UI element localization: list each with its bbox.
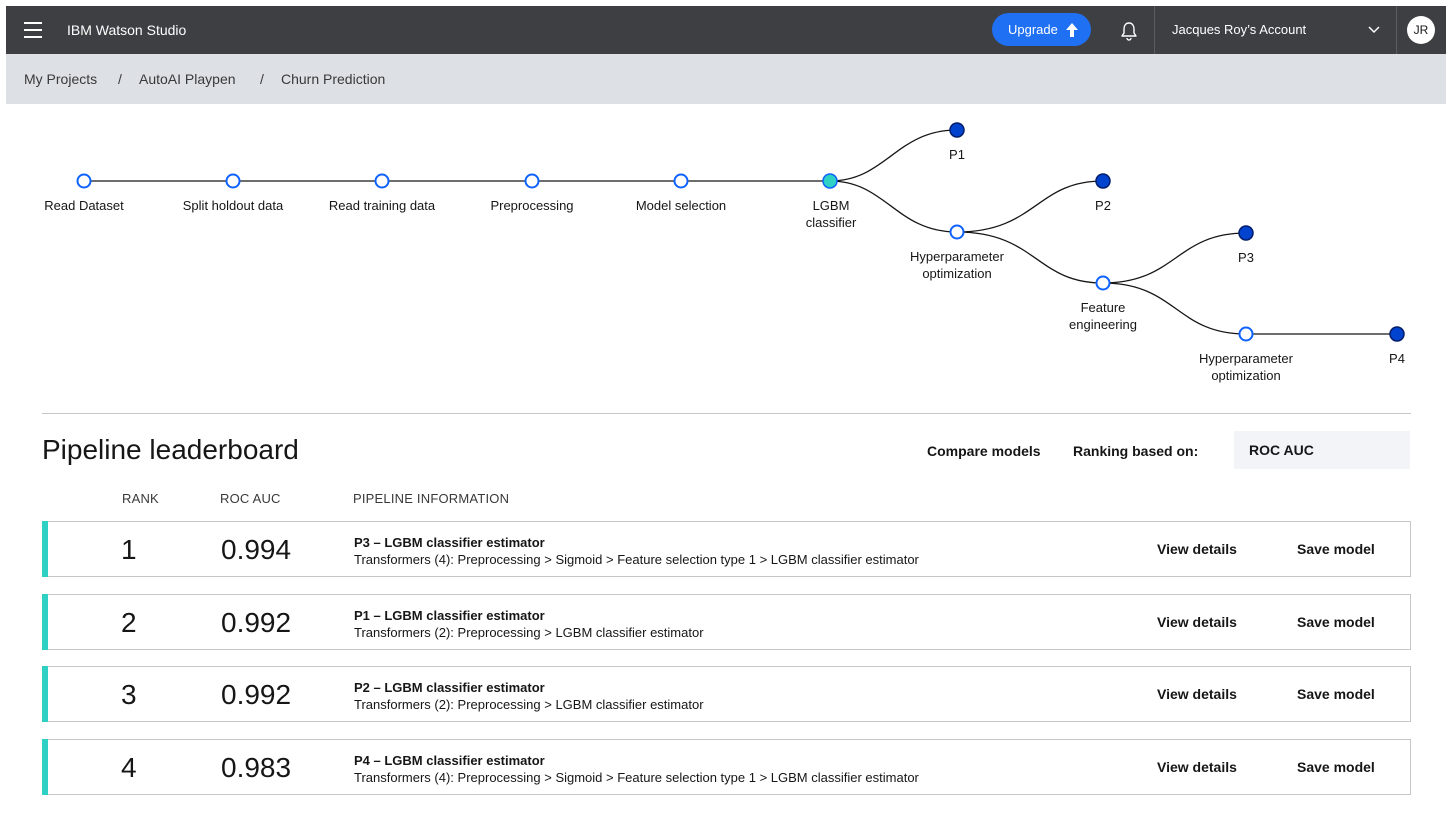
row-accent [42, 739, 48, 795]
node-label: Read training data [329, 198, 436, 213]
node-label: Read Dataset [44, 198, 124, 213]
breadcrumb-separator: / [260, 71, 264, 87]
view-details-button[interactable]: View details [1157, 759, 1237, 775]
account-switcher[interactable]: Jacques Roy’s Account [1172, 6, 1306, 54]
leaderboard-row[interactable]: 3 0.992 P2 – LGBM classifier estimator T… [42, 666, 1411, 722]
node-lgbm-classifier[interactable] [822, 173, 838, 189]
upgrade-button[interactable]: Upgrade [992, 13, 1091, 46]
leaderboard-row[interactable]: 2 0.992 P1 – LGBM classifier estimator T… [42, 594, 1411, 650]
chevron-down-icon[interactable] [1368, 26, 1380, 34]
row-score: 0.992 [221, 679, 292, 710]
row-score: 0.994 [221, 534, 292, 565]
node-label: Split holdout data [183, 198, 284, 213]
breadcrumb-item-autoai-playpen[interactable]: AutoAI Playpen [139, 71, 236, 87]
save-model-button[interactable]: Save model [1297, 614, 1375, 630]
row-pipeline-description: Transformers (2): Preprocessing > LGBM c… [354, 697, 704, 712]
row-rank: 1 [121, 534, 137, 565]
node-label: P4 [1389, 351, 1405, 366]
node-label: Hyperparameter [910, 249, 1005, 264]
node-label: Model selection [636, 198, 726, 213]
row-pipeline-description: Transformers (4): Preprocessing > Sigmoi… [354, 552, 919, 567]
header-divider [1154, 6, 1155, 54]
node-pipeline-p1[interactable] [949, 122, 965, 138]
row-rank: 3 [121, 679, 137, 710]
compare-models-button[interactable]: Compare models [927, 443, 1041, 459]
save-model-button[interactable]: Save model [1297, 759, 1375, 775]
node-feature-engineering[interactable] [1095, 275, 1111, 291]
header-divider [1396, 6, 1397, 54]
avatar[interactable]: JR [1407, 16, 1435, 44]
node-label: Preprocessing [490, 198, 573, 213]
node-label: optimization [1211, 368, 1280, 383]
row-accent [42, 521, 48, 577]
node-hpo-2[interactable] [1238, 326, 1254, 342]
row-accent [42, 666, 48, 722]
view-details-button[interactable]: View details [1157, 541, 1237, 557]
arrow-up-icon [1066, 23, 1078, 37]
node-label: Hyperparameter [1199, 351, 1294, 366]
save-model-button[interactable]: Save model [1297, 541, 1375, 557]
node-label: P2 [1095, 198, 1111, 213]
hamburger-menu-icon[interactable] [24, 22, 42, 38]
app-frame: IBM Watson Studio Upgrade Jacques Roy’s … [6, 6, 1446, 825]
node-label: engineering [1069, 317, 1137, 332]
column-header-pipeline-info: PIPELINE INFORMATION [353, 491, 510, 506]
pipeline-diagram: Read Dataset Split holdout data Read tra… [44, 122, 1405, 383]
row-rank: 4 [121, 752, 137, 783]
node-pipeline-p2[interactable] [1095, 173, 1111, 189]
leaderboard-title: Pipeline leaderboard [42, 434, 299, 465]
breadcrumb: My Projects / AutoAI Playpen / Churn Pre… [6, 54, 1446, 104]
bell-icon[interactable] [1118, 20, 1140, 42]
row-score: 0.983 [221, 752, 292, 783]
row-pipeline-description: Transformers (4): Preprocessing > Sigmoi… [354, 770, 919, 785]
node-label: Feature [1081, 300, 1126, 315]
node-read-training[interactable] [374, 173, 390, 189]
node-model-selection[interactable] [673, 173, 689, 189]
top-nav-bar: IBM Watson Studio Upgrade Jacques Roy’s … [6, 6, 1446, 54]
row-pipeline-description: Transformers (2): Preprocessing > LGBM c… [354, 625, 704, 640]
row-pipeline-name: P1 – LGBM classifier estimator [354, 608, 545, 623]
view-details-button[interactable]: View details [1157, 614, 1237, 630]
row-pipeline-name: P2 – LGBM classifier estimator [354, 680, 545, 695]
breadcrumb-item-churn-prediction[interactable]: Churn Prediction [281, 71, 385, 87]
node-label: LGBM [813, 198, 850, 213]
row-score: 0.992 [221, 607, 292, 638]
node-pipeline-p3[interactable] [1238, 225, 1254, 241]
node-label: P3 [1238, 250, 1254, 265]
leaderboard-row[interactable]: 4 0.983 P4 – LGBM classifier estimator T… [42, 739, 1411, 795]
column-header-rank: RANK [122, 491, 159, 506]
ranking-metric-select[interactable]: ROC AUC [1234, 431, 1410, 469]
node-preprocessing[interactable] [524, 173, 540, 189]
breadcrumb-separator: / [118, 71, 122, 87]
node-label: classifier [806, 215, 857, 230]
section-divider [42, 413, 1411, 414]
node-label: optimization [922, 266, 991, 281]
row-accent [42, 594, 48, 650]
node-label: P1 [949, 147, 965, 162]
node-read-dataset[interactable] [76, 173, 92, 189]
view-details-button[interactable]: View details [1157, 686, 1237, 702]
row-rank: 2 [121, 607, 137, 638]
node-pipeline-p4[interactable] [1389, 326, 1405, 342]
app-title[interactable]: IBM Watson Studio [67, 6, 186, 54]
breadcrumb-item-my-projects[interactable]: My Projects [24, 71, 97, 87]
leaderboard-row[interactable]: 1 0.994 P3 – LGBM classifier estimator T… [42, 521, 1411, 577]
ranking-metric-value: ROC AUC [1249, 442, 1314, 458]
row-pipeline-name: P3 – LGBM classifier estimator [354, 535, 545, 550]
upgrade-label: Upgrade [1008, 22, 1058, 37]
ranking-label: Ranking based on: [1073, 443, 1199, 459]
node-hpo-1[interactable] [949, 224, 965, 240]
column-header-roc-auc: ROC AUC [220, 491, 281, 506]
save-model-button[interactable]: Save model [1297, 686, 1375, 702]
node-split-holdout[interactable] [225, 173, 241, 189]
row-pipeline-name: P4 – LGBM classifier estimator [354, 753, 545, 768]
